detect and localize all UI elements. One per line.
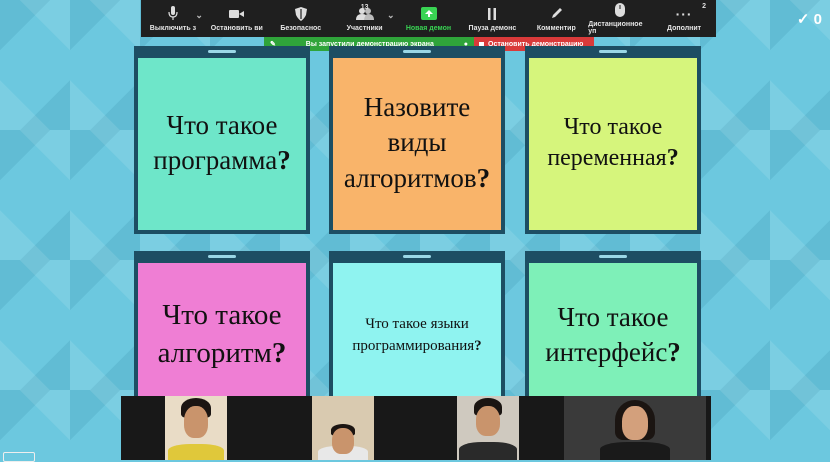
card-body: Что такое программа? — [144, 62, 300, 224]
meeting-toolbar: Выключить з ⌄ Остановить ви Безопаснос 1… — [141, 0, 716, 37]
card-header — [329, 46, 505, 58]
annotate-button[interactable]: Комментир — [524, 0, 588, 37]
card-header — [134, 46, 310, 58]
card-text: Что такое языки программирования — [352, 315, 475, 355]
security-button[interactable]: Безопаснос — [269, 0, 333, 37]
pause-share-button[interactable]: Пауза демонс — [460, 0, 524, 37]
question-card-program: Что такое программа? — [134, 46, 310, 234]
participant-shirt — [168, 444, 224, 460]
question-mark: ? — [666, 145, 679, 171]
stop-video-label: Остановить ви — [210, 24, 263, 32]
mute-button[interactable]: Выключить з ⌄ — [141, 0, 205, 37]
card-text: Что такое переменная — [547, 113, 667, 171]
participants-button[interactable]: 13 Участники ⌄ — [333, 0, 397, 37]
shield-icon — [294, 6, 307, 22]
corner-badge — [3, 452, 35, 462]
participant-shirt — [459, 442, 517, 460]
participants-options-chevron-icon[interactable]: ⌄ — [387, 10, 395, 21]
question-card-algorithm: Что такое алгоритм? — [134, 251, 310, 413]
card-text: Что такое интерфейс — [545, 301, 669, 367]
participant-video[interactable] — [564, 396, 706, 460]
mute-options-chevron-icon[interactable]: ⌄ — [195, 10, 203, 21]
question-card-variable: Что такое переменная? — [525, 46, 701, 234]
annotate-label: Комментир — [536, 24, 576, 32]
security-label: Безопаснос — [280, 24, 322, 32]
video-gallery-strip — [121, 396, 711, 460]
more-button[interactable]: 2 ··· Дополнит — [652, 0, 716, 37]
question-mark: ? — [271, 337, 287, 369]
question-card-algorithm-types: Назовите виды алгоритмов? — [329, 46, 505, 234]
card-header — [134, 251, 310, 263]
card-header — [525, 46, 701, 58]
participant-face — [332, 428, 354, 454]
participant-face — [184, 406, 208, 438]
check-count: 0 — [813, 11, 822, 28]
card-body: Назовите виды алгоритмов? — [339, 62, 495, 224]
card-header — [329, 251, 505, 263]
participant-shirt — [600, 442, 670, 460]
check-icon: ✓ — [796, 11, 810, 28]
question-mark: ? — [476, 162, 491, 193]
card-body: Что такое алгоритм? — [144, 267, 300, 403]
question-mark: ? — [667, 337, 681, 367]
more-label: Дополнит — [667, 24, 702, 32]
card-body: Что такое интерфейс? — [535, 267, 691, 403]
microphone-icon — [168, 6, 178, 22]
mouse-icon — [615, 2, 626, 18]
participant-video[interactable] — [457, 396, 519, 460]
question-card-interface: Что такое интерфейс? — [525, 251, 701, 413]
question-card-programming-languages: Что такое языки программирования? — [329, 251, 505, 413]
share-screen-icon — [420, 6, 437, 22]
more-dots-icon: ··· — [675, 5, 693, 22]
card-text: Назовите виды алгоритмов — [343, 92, 477, 193]
mute-label: Выключить з — [149, 24, 197, 32]
new-share-button[interactable]: Новая демон — [397, 0, 461, 37]
card-header — [525, 251, 701, 263]
pause-share-label: Пауза демонс — [468, 24, 517, 32]
participants-label: Участники — [346, 24, 383, 32]
participant-face — [622, 406, 648, 440]
more-count: 2 — [702, 3, 707, 10]
question-mark: ? — [277, 145, 291, 175]
video-camera-icon — [228, 6, 245, 22]
participant-video[interactable] — [165, 396, 227, 460]
new-share-label: Новая демон — [405, 24, 452, 32]
card-text: Что такое программа — [153, 109, 278, 175]
question-mark: ? — [474, 338, 482, 354]
participants-count: 13 — [360, 4, 369, 11]
remote-control-label: Дистанционное уп — [588, 21, 643, 35]
card-text: Что такое алгоритм — [157, 299, 282, 369]
stop-video-button[interactable]: Остановить ви — [205, 0, 269, 37]
pencil-icon — [550, 6, 563, 22]
participant-face — [476, 406, 500, 436]
pause-icon — [487, 6, 497, 22]
participant-video[interactable] — [312, 396, 374, 460]
remote-control-button[interactable]: Дистанционное уп — [588, 0, 652, 37]
reaction-check: ✓ 0 — [797, 10, 822, 28]
card-body: Что такое переменная? — [535, 62, 691, 224]
card-body: Что такое языки программирования? — [339, 267, 495, 403]
